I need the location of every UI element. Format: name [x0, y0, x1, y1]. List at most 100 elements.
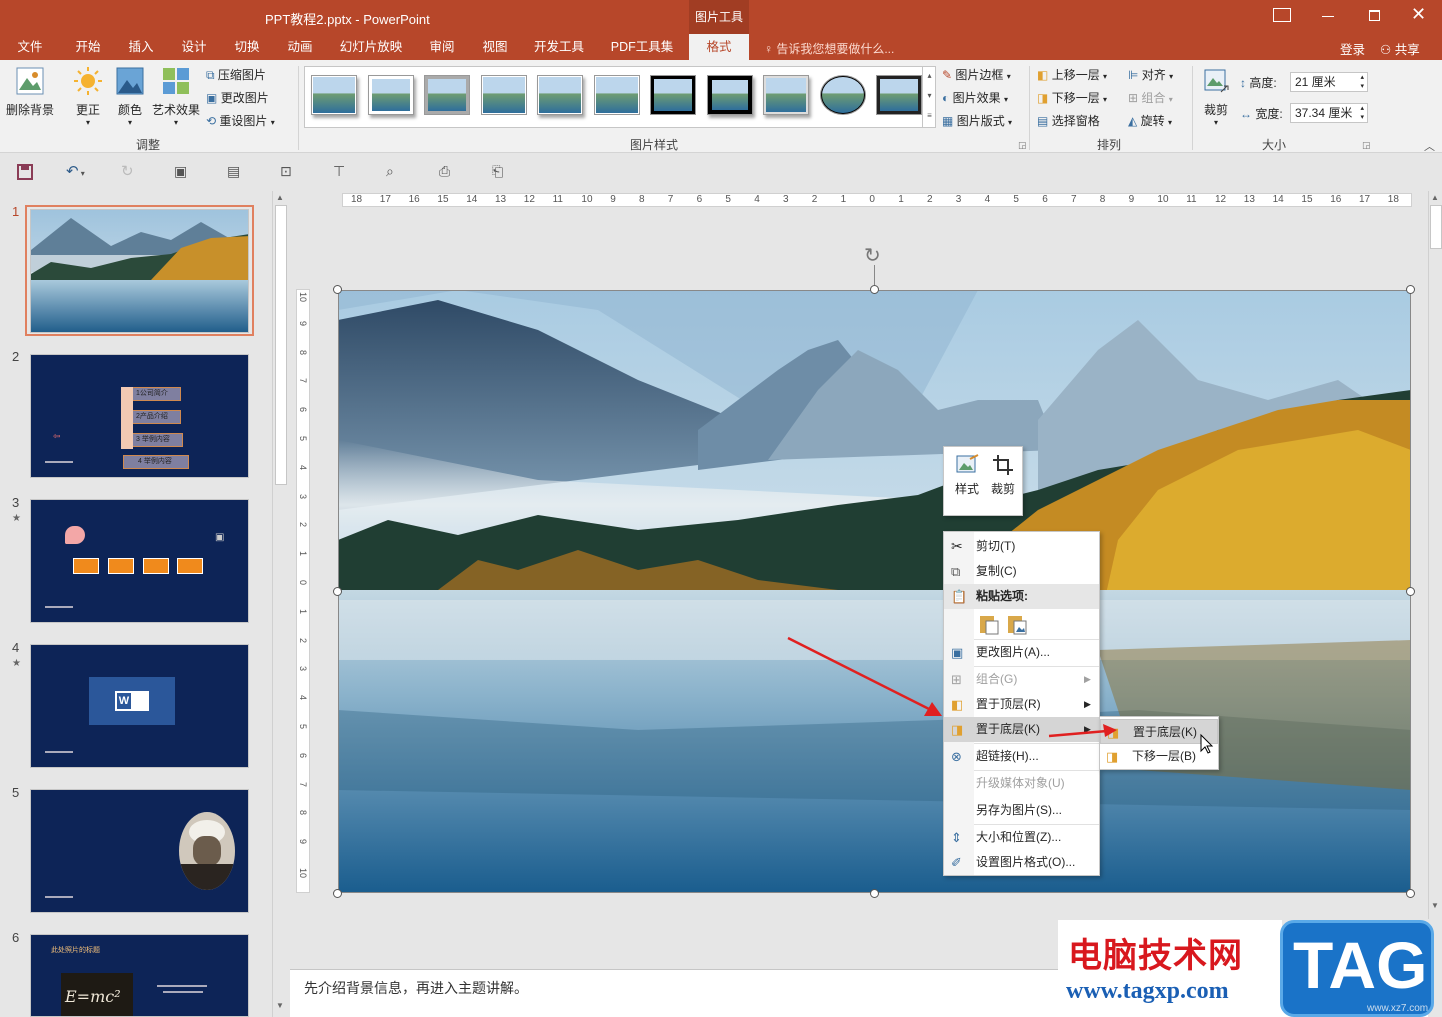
picture-style-preset[interactable]	[367, 75, 414, 115]
picture-style-preset[interactable]	[819, 75, 866, 115]
from-beginning-icon[interactable]: ▣	[174, 163, 187, 180]
picture-layout-button[interactable]: ▦ 图片版式 ▾	[942, 112, 1012, 129]
menu-item-cut[interactable]: ✂ 剪切(T)	[944, 534, 1099, 559]
styles-dialog-launcher-icon[interactable]: ◲	[1018, 140, 1027, 151]
ribbon-display-options-icon[interactable]	[1273, 8, 1291, 22]
slide-thumbnail-5[interactable]	[30, 789, 249, 913]
tab-slideshow[interactable]: 幻灯片放映	[334, 34, 408, 60]
mini-crop-button[interactable]: 裁剪	[988, 453, 1018, 497]
tab-transitions[interactable]: 切换	[225, 34, 269, 60]
redo-icon[interactable]: ↻	[121, 162, 134, 180]
color-button[interactable]: 颜色 ▾	[112, 66, 148, 127]
tab-file[interactable]: 文件	[8, 34, 52, 60]
minimize-icon[interactable]	[1322, 16, 1334, 17]
slide-thumbnail-2[interactable]: 1公司简介 2产品介绍 3 举例内容 4 举例内容 ⇦	[30, 354, 249, 478]
reset-picture-button[interactable]: ⟲ 重设图片 ▾	[206, 112, 275, 129]
send-backward-button[interactable]: ◨ 下移一层 ▾	[1037, 89, 1107, 106]
resize-handle-n[interactable]	[870, 285, 879, 294]
gallery-scroll[interactable]: ▴ ▾ ≡	[922, 66, 936, 128]
menu-item-hyperlink[interactable]: ⊗ 超链接(H)...	[944, 744, 1099, 769]
ribbon-tab-bar: 文件 开始 插入 设计 切换 动画 幻灯片放映 审阅 视图 开发工具 PDF工具…	[0, 34, 1442, 60]
maximize-icon[interactable]	[1369, 10, 1380, 21]
corrections-button[interactable]: 更正 ▾	[70, 66, 106, 127]
presenter-icon[interactable]: ⊤	[333, 163, 345, 180]
picture-style-preset[interactable]	[311, 75, 357, 115]
resize-handle-e[interactable]	[1406, 587, 1415, 596]
thumbnail-scroll-thumb[interactable]	[275, 205, 287, 485]
tab-animations[interactable]: 动画	[278, 34, 322, 60]
size-dialog-launcher-icon[interactable]: ◲	[1362, 140, 1371, 151]
thumbnail-scrollbar[interactable]: ▲ ▼	[272, 191, 288, 1017]
tab-insert[interactable]: 插入	[119, 34, 163, 60]
align-button[interactable]: ⊫ 对齐 ▾	[1128, 66, 1173, 83]
tab-home[interactable]: 开始	[66, 34, 110, 60]
slide-thumbnail-pane: 1 2 1公司简介 2产品介绍 3 举例内容 4 举例内容 ⇦ 3 ★ ▣ 4 …	[0, 191, 288, 1017]
tab-format[interactable]: 格式	[689, 34, 749, 60]
resize-handle-s[interactable]	[870, 889, 879, 898]
menu-item-format-picture[interactable]: ✐ 设置图片格式(O)...	[944, 850, 1099, 875]
editor-scrollbar[interactable]: ▲ ▼	[1428, 191, 1442, 919]
picture-border-button[interactable]: ✎ 图片边框 ▾	[942, 66, 1011, 83]
bring-forward-button[interactable]: ◧ 上移一层 ▾	[1037, 66, 1107, 83]
picture-effects-button[interactable]: ◐ 图片效果 ▾	[942, 89, 1008, 106]
slide-thumbnail-3[interactable]: ▣	[30, 499, 249, 623]
resize-handle-ne[interactable]	[1406, 285, 1415, 294]
resize-handle-nw[interactable]	[333, 285, 342, 294]
ruler-tick-label: 3	[783, 194, 789, 205]
present-icon[interactable]: ⊡	[280, 163, 292, 180]
menu-item-upgrade-media[interactable]: 升级媒体对象(U)	[944, 771, 1099, 796]
paste-as-picture-icon[interactable]	[1006, 613, 1028, 635]
width-input[interactable]: 37.34 厘米 ▴ ▾	[1290, 103, 1368, 123]
picture-styles-gallery[interactable]	[304, 66, 936, 128]
new-slide-icon[interactable]: ▤	[227, 163, 240, 180]
share-button[interactable]: ⚇ 共享	[1380, 39, 1420, 58]
picture-style-preset[interactable]	[876, 75, 922, 115]
resize-handle-w[interactable]	[333, 587, 342, 596]
signin-link[interactable]: 登录	[1340, 39, 1365, 58]
tab-view[interactable]: 视图	[473, 34, 517, 60]
selection-pane-button[interactable]: ▤ 选择窗格	[1037, 112, 1100, 129]
group-button[interactable]: ⊞ 组合 ▾	[1128, 89, 1173, 106]
height-input[interactable]: 21 厘米 ▴ ▾	[1290, 72, 1368, 92]
picture-style-preset[interactable]	[424, 75, 470, 115]
slide-thumbnail-1[interactable]	[30, 209, 249, 333]
tab-design[interactable]: 设计	[172, 34, 216, 60]
change-picture-button[interactable]: ▣ 更改图片	[206, 89, 269, 106]
menu-item-save-as-picture[interactable]: 另存为图片(S)...	[944, 798, 1099, 823]
export-icon[interactable]: ⎗	[492, 163, 503, 180]
mini-style-button[interactable]: 样式	[952, 453, 982, 497]
crop-button[interactable]: 裁剪 ▾	[1198, 66, 1234, 127]
print-icon[interactable]: ⎙	[439, 163, 450, 180]
resize-handle-sw[interactable]	[333, 889, 342, 898]
picture-style-preset[interactable]	[593, 75, 640, 115]
tell-me-box[interactable]: ♀ 告诉我您想要做什么...	[764, 40, 894, 57]
compress-pictures-button[interactable]: ⧉ 压缩图片	[206, 66, 266, 83]
collapse-ribbon-icon[interactable]: ︿	[1424, 138, 1435, 154]
rotate-handle-icon[interactable]: ↻	[864, 243, 881, 268]
undo-icon[interactable]: ↶ ▾	[66, 162, 85, 180]
slide-thumbnail-4[interactable]: W	[30, 644, 249, 768]
menu-item-size-position[interactable]: ⇕ 大小和位置(Z)...	[944, 825, 1099, 850]
remove-background-button[interactable]: 删除背景	[4, 66, 56, 118]
resize-handle-se[interactable]	[1406, 889, 1415, 898]
picture-style-preset[interactable]	[537, 75, 583, 115]
picture-style-preset[interactable]	[763, 75, 809, 115]
paste-keep-formatting-icon[interactable]	[978, 613, 1000, 635]
menu-item-copy[interactable]: ⧉ 复制(C)	[944, 559, 1099, 584]
picture-style-preset[interactable]	[706, 75, 753, 115]
ruler-tick-label: 14	[1272, 194, 1284, 205]
preview-icon[interactable]: ⌕	[386, 163, 394, 180]
picture-style-preset[interactable]	[480, 75, 527, 115]
tab-review[interactable]: 审阅	[420, 34, 464, 60]
close-icon[interactable]: ✕	[1411, 4, 1426, 25]
tab-pdf-tools[interactable]: PDF工具集	[604, 34, 680, 60]
artistic-effects-button[interactable]: 艺术效果 ▾	[150, 66, 202, 127]
save-icon[interactable]	[17, 164, 33, 180]
tab-developer[interactable]: 开发工具	[529, 34, 589, 60]
picture-style-preset[interactable]	[650, 75, 696, 115]
compress-label: 压缩图片	[217, 68, 266, 82]
slide-thumbnail-6[interactable]: 此处照片的标题 E=mc²	[30, 934, 249, 1017]
rotate-button[interactable]: ◭ 旋转 ▾	[1128, 112, 1172, 129]
editor-scroll-thumb[interactable]	[1430, 205, 1442, 249]
size-position-icon: ⇕	[951, 830, 962, 845]
